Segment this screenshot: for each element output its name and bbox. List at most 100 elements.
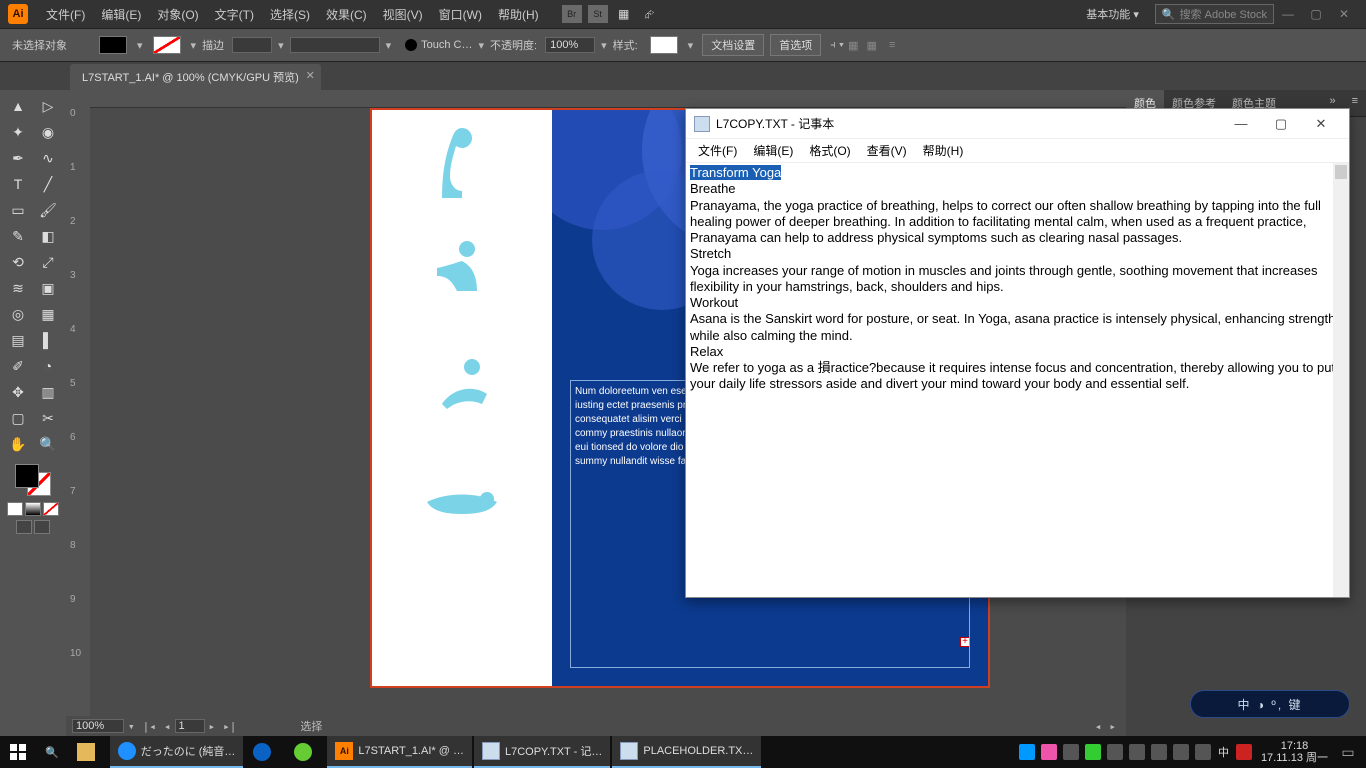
- menu-select[interactable]: 选择(S): [262, 6, 318, 23]
- close-icon[interactable]: ✕: [306, 69, 315, 82]
- type-tool-icon[interactable]: T: [4, 172, 32, 196]
- menu-effect[interactable]: 效果(C): [318, 6, 375, 23]
- notepad-window[interactable]: L7COPY.TXT - 记事本 — ▢ ✕ 文件(F) 编辑(E) 格式(O)…: [685, 108, 1350, 598]
- panel-menu-icon[interactable]: ≡: [889, 39, 895, 51]
- menu-type[interactable]: 文字(T): [207, 6, 262, 23]
- tray-wifi-icon[interactable]: [1151, 744, 1167, 760]
- hscroll-left-icon[interactable]: ◂: [1091, 720, 1106, 733]
- rotate-tool-icon[interactable]: ⟲: [4, 250, 32, 274]
- window-close-icon[interactable]: ✕: [1330, 7, 1358, 21]
- pen-tool-icon[interactable]: ✒: [4, 146, 32, 170]
- width-tool-icon[interactable]: ≋: [4, 276, 32, 300]
- stroke-swatch[interactable]: [153, 36, 181, 54]
- prev-artboard-icon[interactable]: ◂: [160, 720, 175, 733]
- preferences-button[interactable]: 首选项: [770, 34, 821, 56]
- stock-search[interactable]: 🔍搜索 Adobe Stock: [1155, 4, 1274, 24]
- taskbar-notepad-1[interactable]: L7COPY.TXT - 记…: [474, 736, 610, 768]
- chevron-down-icon[interactable]: ▾: [478, 39, 484, 52]
- align-flyout-icon[interactable]: ⫞ ▾: [830, 39, 844, 52]
- scrollbar-thumb[interactable]: [1335, 165, 1347, 179]
- shaper-tool-icon[interactable]: ✎: [4, 224, 32, 248]
- gpu-icon[interactable]: ⮳: [640, 5, 660, 23]
- tray-icon[interactable]: [1129, 744, 1145, 760]
- bridge-icon[interactable]: Br: [562, 5, 582, 23]
- fill-well[interactable]: [15, 464, 39, 488]
- tray-sogou-icon[interactable]: [1236, 744, 1252, 760]
- touch-brush-label[interactable]: Touch C…: [421, 39, 472, 51]
- taskbar-search-icon[interactable]: 🔍: [37, 736, 67, 768]
- free-transform-tool-icon[interactable]: ▣: [34, 276, 62, 300]
- next-artboard-icon[interactable]: ▸: [205, 720, 220, 733]
- symbol-sprayer-tool-icon[interactable]: ✥: [4, 380, 32, 404]
- tray-icon[interactable]: [1085, 744, 1101, 760]
- shape-builder-tool-icon[interactable]: ◎: [4, 302, 32, 326]
- notepad-menu-edit[interactable]: 编辑(E): [745, 142, 801, 159]
- taskbar-illustrator[interactable]: AiL7START_1.AI* @ …: [327, 736, 472, 768]
- menu-window[interactable]: 窗口(W): [431, 6, 490, 23]
- overset-text-icon[interactable]: +: [960, 637, 970, 647]
- first-artboard-icon[interactable]: |◂: [139, 720, 160, 733]
- magic-wand-tool-icon[interactable]: ✦: [4, 120, 32, 144]
- taskbar-browser-icon[interactable]: [286, 736, 325, 768]
- tray-battery-icon[interactable]: [1173, 744, 1189, 760]
- eraser-tool-icon[interactable]: ◧: [34, 224, 62, 248]
- notepad-titlebar[interactable]: L7COPY.TXT - 记事本 — ▢ ✕: [686, 109, 1349, 139]
- menu-view[interactable]: 视图(V): [375, 6, 431, 23]
- chevron-down-icon[interactable]: ▾: [124, 720, 139, 733]
- ime-indicator[interactable]: 中 ◑ º, 键: [1190, 690, 1350, 718]
- window-close-icon[interactable]: ✕: [1301, 116, 1341, 132]
- window-maximize-icon[interactable]: ▢: [1261, 116, 1301, 132]
- doc-setup-button[interactable]: 文档设置: [702, 34, 764, 56]
- menu-help[interactable]: 帮助(H): [490, 6, 547, 23]
- stroke-weight-input[interactable]: [232, 37, 272, 53]
- chevron-down-icon[interactable]: ▾: [278, 39, 284, 52]
- rectangle-tool-icon[interactable]: ▭: [4, 198, 32, 222]
- blend-tool-icon[interactable]: ◔: [34, 354, 62, 378]
- chevron-down-icon[interactable]: ▾: [601, 39, 607, 52]
- slice-tool-icon[interactable]: ✂: [34, 406, 62, 430]
- lasso-tool-icon[interactable]: ◉: [34, 120, 62, 144]
- arrange-docs-icon[interactable]: ▦: [614, 5, 634, 23]
- scale-tool-icon[interactable]: ⤢: [34, 250, 62, 274]
- taskbar-edge-icon[interactable]: [245, 736, 284, 768]
- graph-tool-icon[interactable]: ▥: [34, 380, 62, 404]
- last-artboard-icon[interactable]: ▸|: [219, 720, 240, 733]
- taskbar-clock[interactable]: 17:18 17.11.13 周一: [1255, 740, 1334, 764]
- brush-select[interactable]: [290, 37, 380, 53]
- workspace-switcher[interactable]: 基本功能 ▾: [1080, 6, 1145, 22]
- window-maximize-icon[interactable]: ▢: [1302, 7, 1330, 21]
- notepad-menu-file[interactable]: 文件(F): [690, 142, 745, 159]
- direct-select-tool-icon[interactable]: ▷: [34, 94, 62, 118]
- zoom-tool-icon[interactable]: 🔍: [34, 432, 62, 456]
- window-minimize-icon[interactable]: —: [1274, 7, 1302, 21]
- start-button[interactable]: [0, 744, 36, 760]
- fill-stroke-well[interactable]: [13, 462, 53, 498]
- chevron-down-icon[interactable]: ▾: [191, 39, 197, 52]
- stock-icon[interactable]: St: [588, 5, 608, 23]
- menu-object[interactable]: 对象(O): [149, 6, 206, 23]
- notepad-menu-view[interactable]: 查看(V): [859, 142, 915, 159]
- none-mode-icon[interactable]: [43, 502, 59, 516]
- tray-volume-icon[interactable]: [1195, 744, 1211, 760]
- notepad-menu-format[interactable]: 格式(O): [801, 142, 858, 159]
- tray-network-icon[interactable]: [1107, 744, 1123, 760]
- style-swatch[interactable]: [650, 36, 678, 54]
- action-center-icon[interactable]: ▭: [1334, 744, 1362, 761]
- taskbar-notepad-2[interactable]: PLACEHOLDER.TX…: [612, 736, 761, 768]
- window-minimize-icon[interactable]: —: [1221, 116, 1261, 132]
- menu-file[interactable]: 文件(F): [38, 6, 93, 23]
- selection-tool-icon[interactable]: ▲: [4, 94, 32, 118]
- color-mode-icon[interactable]: [7, 502, 23, 516]
- tray-icon[interactable]: [1041, 744, 1057, 760]
- gradient-tool-icon[interactable]: ▌: [34, 328, 62, 352]
- chevron-down-icon[interactable]: ▾: [386, 39, 392, 52]
- menu-edit[interactable]: 编辑(E): [93, 6, 149, 23]
- line-tool-icon[interactable]: ╱: [34, 172, 62, 196]
- taskbar-explorer-icon[interactable]: [69, 736, 108, 768]
- notepad-menu-help[interactable]: 帮助(H): [915, 142, 972, 159]
- fill-swatch[interactable]: [99, 36, 127, 54]
- eyedropper-tool-icon[interactable]: ✐: [4, 354, 32, 378]
- opacity-input[interactable]: [545, 37, 595, 53]
- chevron-down-icon[interactable]: ▾: [137, 39, 143, 52]
- perspective-tool-icon[interactable]: ▦: [34, 302, 62, 326]
